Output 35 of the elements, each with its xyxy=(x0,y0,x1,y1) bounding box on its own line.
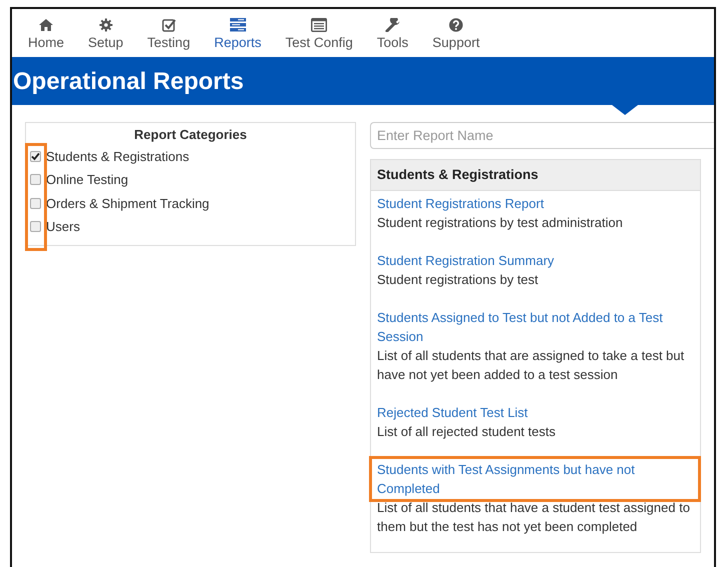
search-field[interactable]: Enter Report Name xyxy=(370,122,714,149)
checkbox-label: Users xyxy=(46,218,80,236)
report-description: Student registrations by test xyxy=(377,271,540,290)
checkbox-label: Orders & Shipment Tracking xyxy=(46,194,210,213)
page-title: Operational Reports xyxy=(12,67,244,97)
checkbox[interactable] xyxy=(30,150,41,162)
report-description: List of all students that are assigned to take a test but have not yet been added to a test session xyxy=(377,347,686,384)
panel-title: Report Categories xyxy=(133,127,248,143)
nav-tab[interactable]: Support xyxy=(420,9,492,57)
nav-tab[interactable]: Testing xyxy=(135,9,202,57)
list-icon xyxy=(230,18,246,32)
home-icon xyxy=(38,18,54,32)
report-link[interactable]: Rejected Student Test List xyxy=(377,403,694,422)
report-description: List of all students that have a student test assigned to them but the test has not yet been completed xyxy=(377,499,691,536)
panel-heading: Students & Registrations xyxy=(371,160,700,192)
wrench-icon xyxy=(384,18,401,32)
settings-icon xyxy=(98,18,114,32)
checkbox-label: Students & Registrations xyxy=(46,148,190,166)
checkbox[interactable] xyxy=(30,221,41,232)
checkbox-label: Online Testing xyxy=(46,171,128,190)
nav-tab[interactable]: Setup xyxy=(76,9,136,57)
nav-tab[interactable]: Reports xyxy=(202,9,274,57)
checkbox[interactable] xyxy=(30,198,41,209)
report-description: List of all rejected student tests xyxy=(377,423,556,442)
report-description: Student registrations by test administration xyxy=(377,214,624,232)
checkbox-icon xyxy=(160,18,177,32)
help-icon xyxy=(448,18,464,32)
nav-tab[interactable]: Tools xyxy=(364,9,420,57)
checkbox[interactable] xyxy=(30,174,41,186)
report-link[interactable]: Students Assigned to Test but not Added to a Test Session xyxy=(377,308,694,346)
nav-tab[interactable]: Home xyxy=(16,9,76,57)
window-icon xyxy=(311,18,328,32)
report-link[interactable]: Student Registrations Report xyxy=(377,194,694,214)
report-link[interactable]: Student Registration Summary xyxy=(377,251,694,270)
nav-tab[interactable]: Test Config xyxy=(273,9,365,57)
